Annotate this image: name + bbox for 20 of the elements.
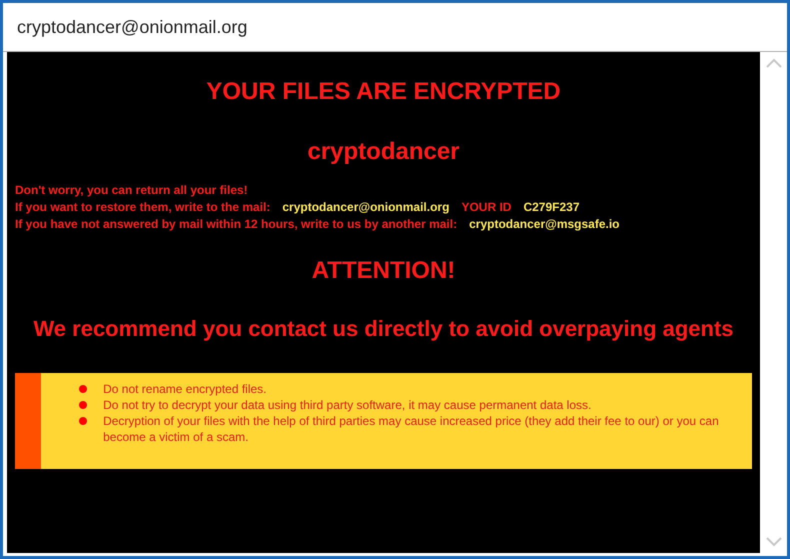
scroll-up-icon[interactable]	[766, 58, 782, 68]
info-text: If you have not answered by mail within 12 hours, write to us by another mail:	[15, 216, 458, 233]
warning-text: Decryption of your files with the help of third parties may cause increased price (they add their fee to our) or you can become a victim of a scam.	[103, 413, 720, 445]
recommendation-text: We recommend you contact us directly to avoid overpaying agents	[32, 315, 735, 343]
info-text: YOUR ID	[461, 199, 512, 216]
info-text: If you want to restore them, write to the mail:	[15, 199, 270, 216]
bullet-icon	[79, 417, 88, 425]
info-value: C279F237	[523, 199, 580, 216]
window-title: cryptodancer@onionmail.org	[17, 16, 248, 39]
warning-text: Do not try to decrypt your data using third party software, it may cause permanent data loss.	[103, 397, 592, 413]
heading: YOUR FILES ARE ENCRYPTED	[206, 77, 561, 107]
info-text: Don't worry, you can return all your files!	[15, 182, 248, 199]
bullet-icon	[79, 385, 88, 393]
info-value: cryptodancer@msgsafe.io	[469, 216, 620, 233]
scroll-down-icon[interactable]	[766, 537, 782, 547]
attention-heading: ATTENTION!	[312, 256, 456, 286]
warning-text: Do not rename encrypted files.	[103, 381, 267, 397]
name-heading: cryptodancer	[307, 137, 460, 167]
info-value: cryptodancer@onionmail.org	[282, 199, 450, 216]
bullet-icon	[79, 401, 88, 409]
